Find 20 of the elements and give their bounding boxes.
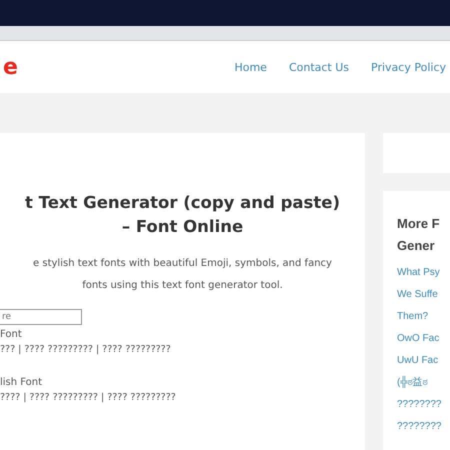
font-sample[interactable]: ???? | ???? ????????? | ???? ?????????: [0, 392, 365, 403]
text-input-field[interactable]: re: [0, 309, 82, 325]
site-logo[interactable]: e: [3, 54, 18, 80]
sidebar-link[interactable]: Them?: [397, 311, 450, 323]
nav-link[interactable]: Contact Us: [288, 60, 350, 74]
intro-text: e stylish text fonts with beautiful Emoji, symbols, and fancy fonts using this text font generator tool.: [32, 257, 333, 293]
page-title: t Text Generator (copy and paste) – Font Online: [24, 192, 341, 238]
sidebar-link[interactable]: We Suffe: [397, 289, 450, 301]
sidebar-link[interactable]: What Psy: [397, 267, 450, 279]
sidebar-link[interactable]: OwO Fac: [397, 333, 450, 345]
font-name: lish Font: [0, 377, 44, 388]
sidebar-title: More F Gener: [397, 215, 441, 255]
sidebar-link[interactable]: ????????: [397, 421, 450, 433]
nav-link[interactable]: Home: [234, 60, 267, 74]
sidebar-link[interactable]: (╬ಠ益ಠ: [397, 377, 450, 389]
sidebar-link[interactable]: ????????: [397, 399, 450, 411]
font-name: Font: [0, 329, 23, 340]
sidebar-link[interactable]: UwU Fac: [397, 355, 450, 367]
nav-link[interactable]: Privacy Policy: [371, 60, 446, 74]
font-sample[interactable]: ??? | ???? ????????? | ???? ?????????: [0, 344, 365, 355]
